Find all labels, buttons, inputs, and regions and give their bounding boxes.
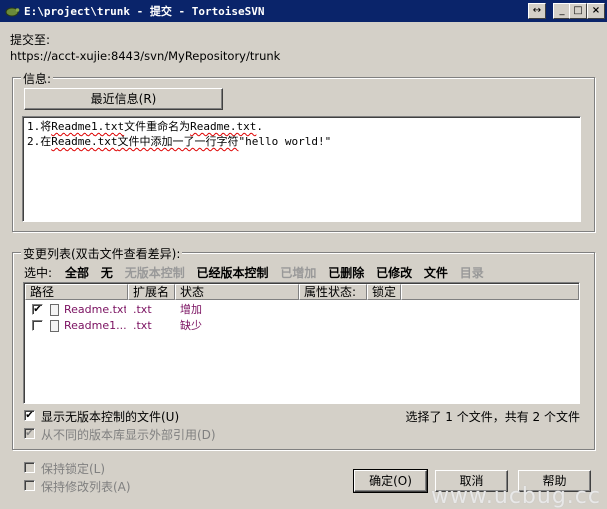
show-unversioned-checkbox[interactable]: ✔ (24, 410, 35, 421)
filter-unversioned: 无版本控制 (124, 266, 185, 280)
filter-versioned[interactable]: 已经版本控制 (197, 266, 269, 280)
row-extension: .txt (133, 319, 152, 332)
show-externals-label: 从不同的版本库显示外部引用(D) (41, 428, 216, 442)
column-lock[interactable]: 锁定 (367, 284, 401, 300)
column-status[interactable]: 状态 (175, 284, 299, 300)
commit-dialog: E:\project\trunk - 提交 - TortoiseSVN ↔ _ … (0, 0, 607, 509)
filter-deleted[interactable]: 已删除 (328, 266, 364, 280)
message-textarea[interactable]: 1.将Readme1.txt文件重命名为Readme.txt. 2.在Readm… (22, 116, 581, 222)
filter-bar: 全部 无 无版本控制 已经版本控制 已增加 已删除 已修改 文件 目录 (65, 264, 492, 281)
commit-to-label: 提交至: (10, 33, 51, 47)
row-checkbox[interactable]: ✔ (32, 304, 43, 315)
recent-messages-button[interactable]: 最近信息(R) (24, 88, 223, 110)
filter-directories: 目录 (459, 266, 484, 280)
keep-locks-checkbox (24, 462, 35, 473)
tortoise-icon (5, 7, 20, 17)
filter-added: 已增加 (280, 266, 317, 280)
filter-files[interactable]: 文件 (424, 266, 448, 280)
file-icon (50, 304, 59, 316)
row-status: 缺少 (180, 319, 202, 332)
column-filler (401, 284, 579, 300)
keep-changelist-checkbox (24, 480, 35, 491)
select-label: 选中: (24, 266, 53, 280)
row-path: Readme1... (64, 319, 126, 332)
resize-button[interactable]: ↔ (528, 3, 546, 19)
title-bar[interactable]: E:\project\trunk - 提交 - TortoiseSVN ↔ _ … (0, 0, 607, 22)
filter-none[interactable]: 无 (101, 266, 113, 280)
column-extension[interactable]: 扩展名 (128, 284, 175, 300)
close-button[interactable]: × (587, 3, 605, 19)
changes-list[interactable]: 路径 扩展名 状态 属性状态: 锁定 ✔ Readme.txt .txt 增加 … (23, 282, 580, 404)
column-path[interactable]: 路径 (25, 284, 128, 300)
table-row[interactable]: ✔ Readme.txt .txt 增加 (26, 302, 578, 318)
window-title: E:\project\trunk - 提交 - TortoiseSVN (24, 5, 265, 18)
filter-all[interactable]: 全部 (65, 266, 89, 280)
maximize-button[interactable]: □ (569, 3, 587, 19)
changes-group-title: 变更列表(双击文件查看差异): (21, 245, 183, 262)
show-externals-checkbox: ✔ (24, 428, 35, 439)
message-line-2: 2.在Readme.txt文件中添加一了一行字符"hello world!" (27, 135, 332, 148)
show-unversioned-label[interactable]: 显示无版本控制的文件(U) (41, 408, 179, 425)
file-icon (50, 320, 59, 332)
row-path: Readme.txt (64, 303, 126, 316)
message-group-title: 信息: (21, 70, 54, 87)
table-row[interactable]: Readme1... .txt 缺少 (26, 318, 578, 334)
keep-changelist-label: 保持修改列表(A) (41, 480, 131, 494)
ok-button[interactable]: 确定(O) (353, 469, 428, 493)
filter-modified[interactable]: 已修改 (376, 266, 412, 280)
row-status: 增加 (180, 303, 202, 316)
selection-summary: 选择了 1 个文件，共有 2 个文件 (405, 410, 580, 424)
row-checkbox[interactable] (32, 320, 43, 331)
row-extension: .txt (133, 303, 152, 316)
keep-locks-label: 保持锁定(L) (41, 462, 106, 476)
watermark: www.ucbug.cc (430, 484, 601, 509)
message-line-1: 1.将Readme1.txt文件重命名为Readme.txt. (27, 120, 263, 133)
repository-url: https://acct-xujie:8443/svn/MyRepository… (10, 49, 281, 63)
column-property-status[interactable]: 属性状态: (299, 284, 367, 300)
